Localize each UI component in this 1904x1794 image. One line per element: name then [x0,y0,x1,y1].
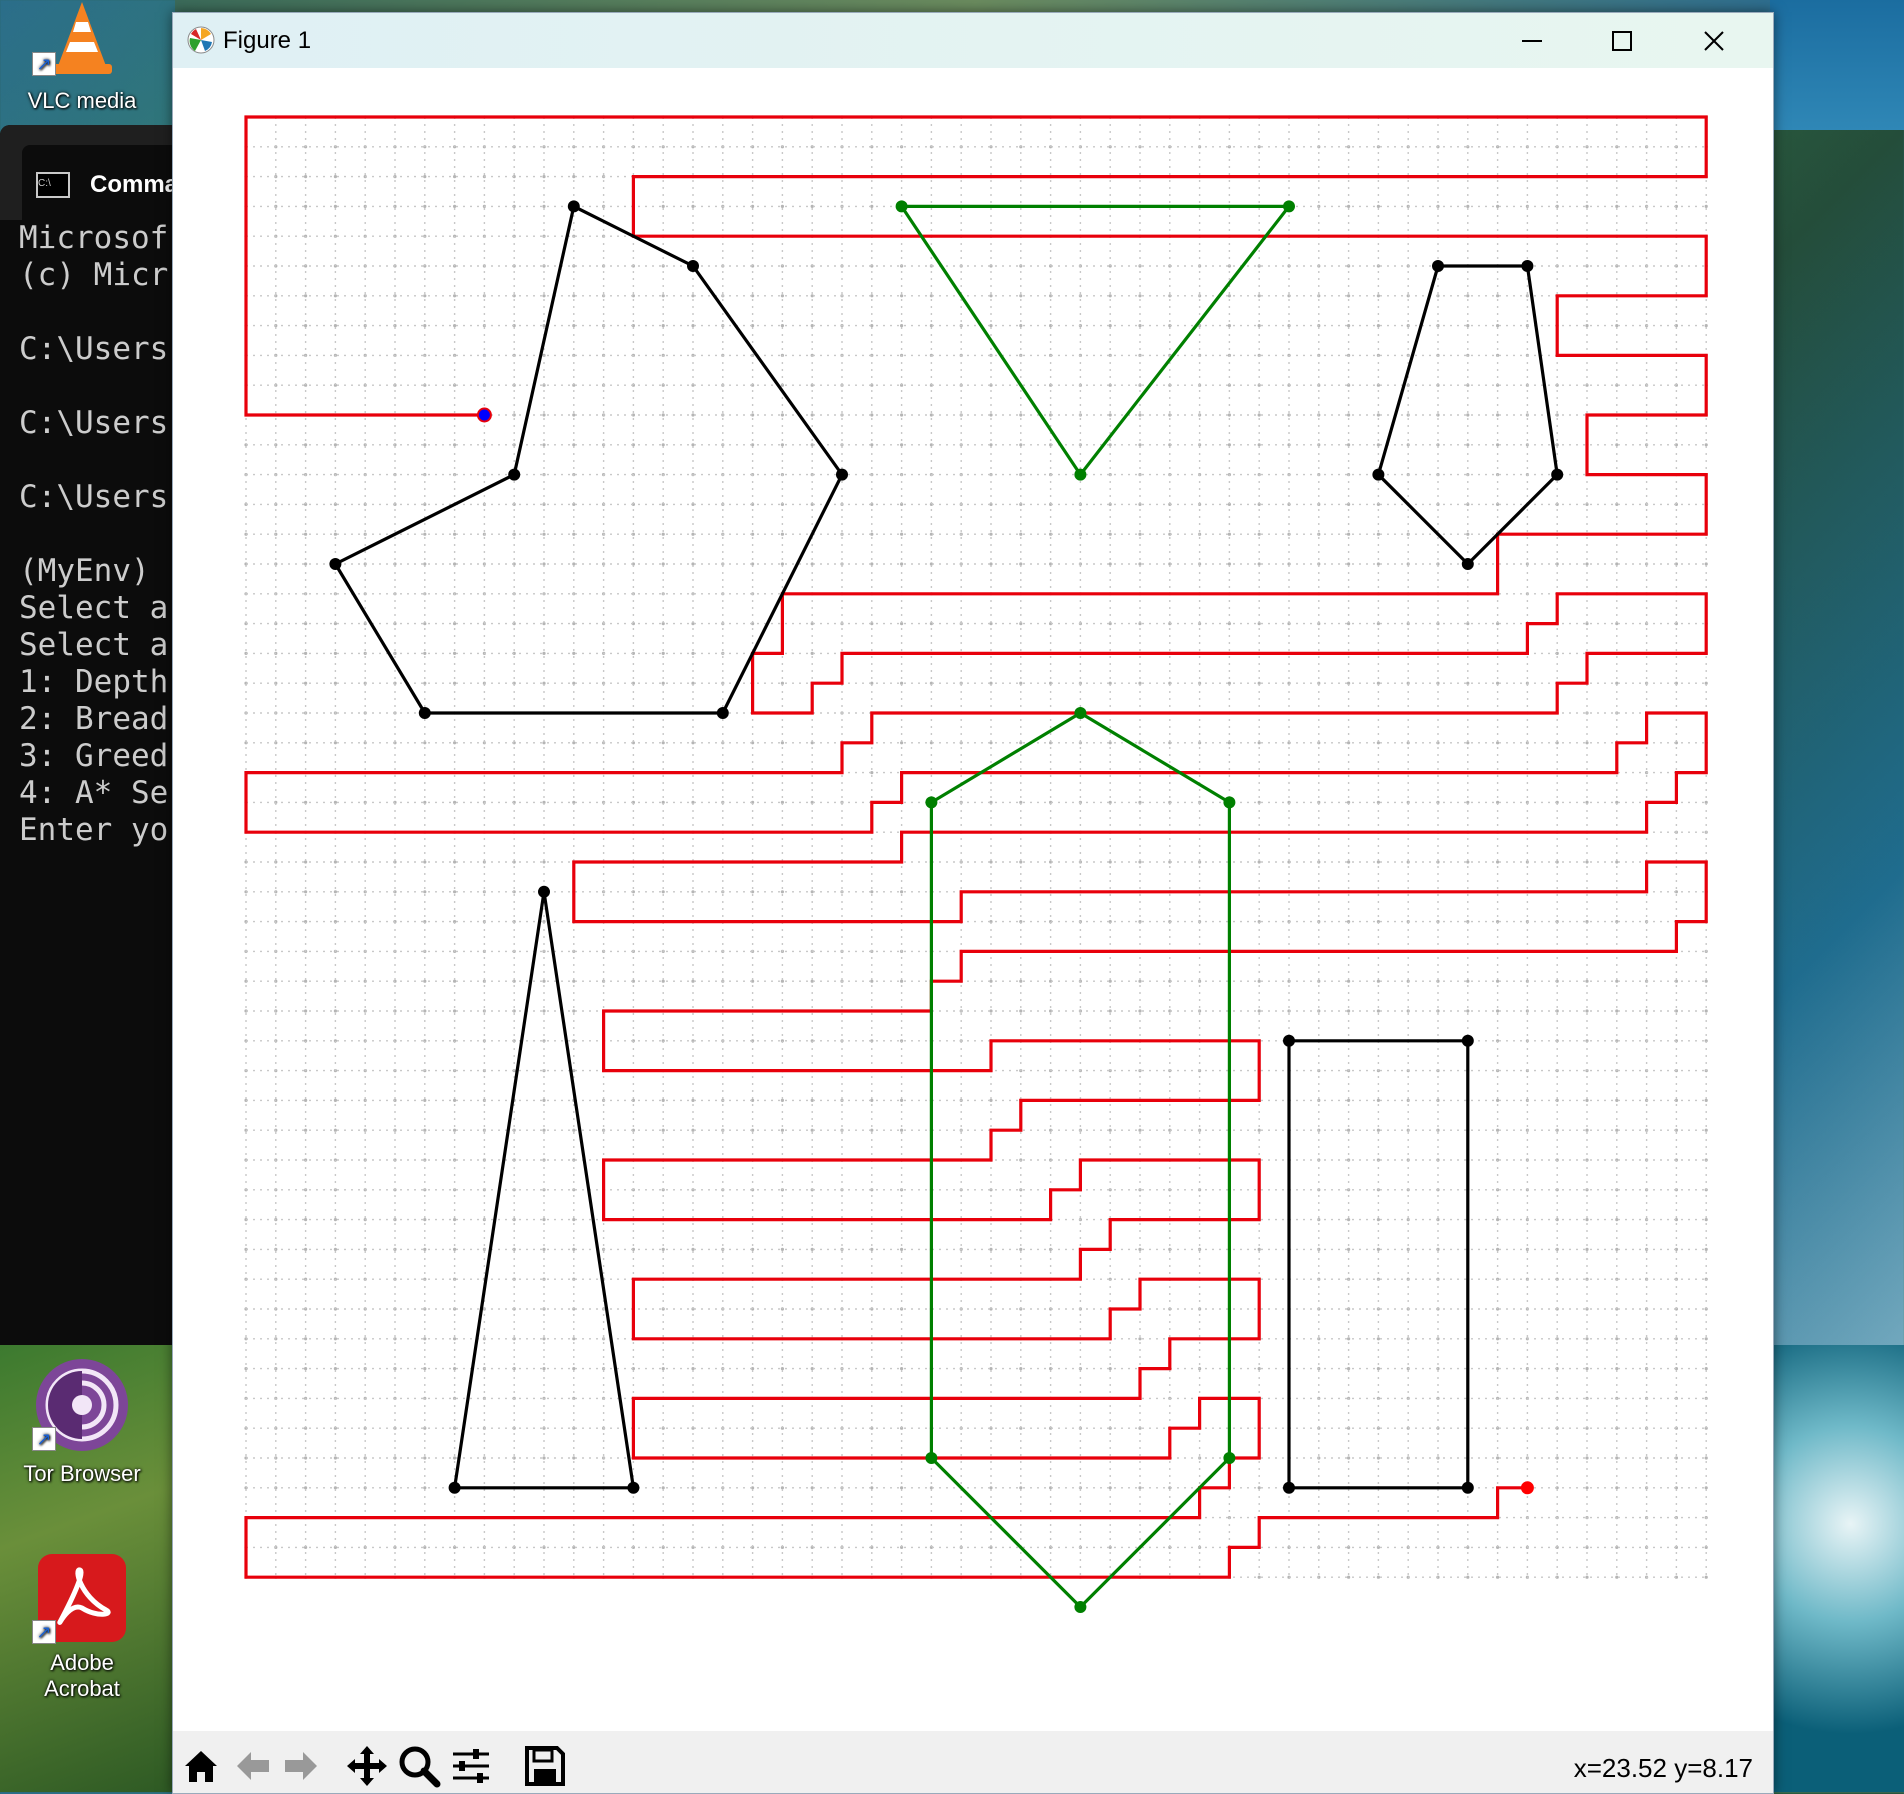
cmd-tab-title: Comma [90,171,179,198]
black-polygon-vertex [1372,468,1385,481]
black-polygon-vertex [508,468,521,481]
pan-icon [347,1746,387,1786]
desktop-icon-label: Adobe Acrobat [44,1650,120,1701]
plot-canvas[interactable] [173,68,1773,1731]
cmd-line: Enter yo [19,812,169,848]
close-button[interactable] [1669,13,1759,68]
black-polygon-vertex [418,707,431,719]
black-polygon-vertex [538,885,550,898]
desktop-wallpaper-right-top [1770,0,1904,130]
cmd-line: (c) Micr [19,257,169,293]
figure-window[interactable]: Figure 1 x=23.52 y=8.17 [172,12,1774,1794]
cmd-tab[interactable]: C:\ Comma [22,145,180,220]
black-polygon-vertex [1432,260,1444,272]
green-polygon-vertex [1223,1452,1236,1464]
cmd-line: 1: Depth [19,664,169,700]
search-path [244,115,1708,1579]
green-obstacles [895,200,1295,1613]
green-polygon-vertex [1074,468,1087,481]
desktop-wallpaper-right-bottom [1770,1345,1904,1792]
configure-subplots-button[interactable] [447,1743,495,1789]
cmd-terminal-icon: C:\ [36,172,70,198]
cmd-line: Select a [19,590,169,626]
black-polygon-vertex [1551,468,1564,481]
home-button[interactable] [179,1743,223,1789]
forward-arrow-icon [285,1752,317,1780]
cmd-line: C:\Users [19,331,169,367]
title-bar[interactable]: Figure 1 [173,13,1773,68]
black-polygon-vertex [1283,1034,1295,1047]
minimize-icon [1522,39,1542,42]
cursor-coordinates: x=23.52 y=8.17 [1573,1753,1753,1783]
black-polygon [333,204,844,715]
black-polygon-vertex [687,260,699,272]
black-polygon-vertex [1461,1034,1474,1047]
cmd-line: 3: Greed [19,738,169,774]
save-button[interactable] [521,1743,569,1789]
navigation-toolbar: x=23.52 y=8.17 [173,1731,1773,1793]
cmd-line [19,516,168,553]
save-icon [525,1746,565,1786]
green-polygon-vertex [925,796,938,809]
desktop-icon-label: Tor Browser [23,1461,141,1486]
back-arrow-icon [237,1752,269,1780]
path-line [244,115,1708,1579]
black-polygon-vertex [1521,260,1534,272]
pan-button[interactable] [343,1743,391,1789]
shortcut-arrow-icon: ↗ [32,1620,56,1644]
cmd-line: Microsof [19,220,169,256]
cmd-line [19,294,168,331]
home-icon [185,1751,217,1782]
black-polygon-vertex [1461,1481,1474,1494]
command-prompt-window[interactable]: C:\ Comma Microsof (c) Micr C:\Users C:\U… [0,125,180,1345]
configure-subplots-icon [453,1749,489,1783]
desktop-icon-tor[interactable]: ↗ Tor Browser [22,1355,142,1487]
green-polygon-vertex [1074,707,1087,719]
minimize-button[interactable] [1487,13,1577,68]
zoom-icon [399,1746,441,1788]
desktop-icon-acrobat[interactable]: ↗ Adobe Acrobat [22,1552,142,1702]
green-polygon [898,204,1293,478]
black-polygon-vertex [448,1481,461,1494]
green-polygon-vertex [1283,200,1295,213]
cmd-line [19,368,168,405]
window-title: Figure 1 [223,27,312,54]
grid-dot-lattice [244,115,1708,1579]
back-button[interactable] [231,1743,275,1789]
black-polygon-vertex [716,707,729,719]
goal-marker [1520,1481,1534,1495]
green-polygon-vertex [1223,796,1236,809]
black-polygon-vertex [1283,1481,1295,1494]
cmd-line: Select a [19,627,169,663]
grid-dots [244,115,1708,1579]
forward-button[interactable] [279,1743,323,1789]
cmd-line: (MyEnv) [19,553,150,589]
shortcut-arrow-icon: ↗ [32,1427,56,1451]
black-polygon-vertex [1461,558,1474,570]
cmd-line: C:\Users [19,479,169,515]
cmd-line: C:\Users [19,405,169,441]
desktop-icon-vlc[interactable]: ↗ VLC media [22,0,142,114]
green-polygon-vertex [895,200,908,213]
shortcut-arrow-icon: ↗ [32,52,56,76]
start-marker [476,407,492,423]
green-polygon-vertex [1074,1601,1087,1613]
black-polygon-vertex [836,468,848,481]
cmd-line: 4: A* Se [19,775,169,811]
cmd-line: 2: Bread [19,701,169,737]
black-polygon-vertex [329,558,342,570]
close-icon [1704,30,1724,51]
black-polygon-vertex [627,1481,640,1494]
cmd-line [19,442,168,479]
matplotlib-app-icon [187,26,215,54]
black-obstacles [329,200,1564,1494]
maximize-button[interactable] [1577,13,1667,68]
cmd-tab-bar: C:\ Comma [0,125,180,220]
zoom-button[interactable] [395,1743,443,1789]
desktop-icon-label: VLC media [27,88,137,113]
green-polygon-vertex [925,1452,938,1464]
cmd-output[interactable]: Microsof (c) Micr C:\Users C:\Users C:\Us… [19,220,168,849]
maximize-icon [1612,30,1632,51]
black-polygon-vertex [567,200,580,213]
